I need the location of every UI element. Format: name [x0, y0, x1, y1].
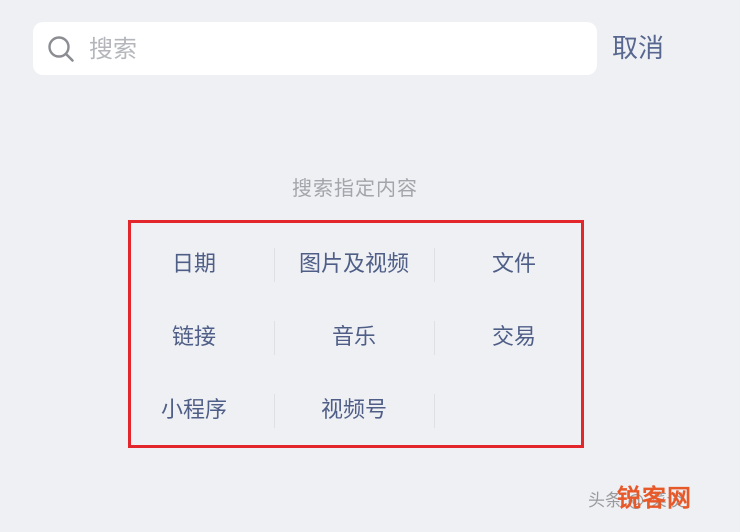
- category-transactions[interactable]: 交易: [434, 305, 594, 378]
- category-channels[interactable]: 视频号: [274, 378, 434, 451]
- category-mini-programs[interactable]: 小程序: [114, 378, 274, 451]
- section-title: 搜索指定内容: [292, 176, 418, 200]
- category-row: 链接 音乐 交易: [114, 305, 594, 378]
- category-row: 小程序 视频号: [114, 378, 594, 451]
- search-input[interactable]: [89, 30, 579, 67]
- category-files[interactable]: 文件: [434, 232, 594, 305]
- category-links[interactable]: 链接: [114, 305, 274, 378]
- watermark-logo: 锐客网: [617, 484, 692, 512]
- category-photos-videos[interactable]: 图片及视频: [274, 232, 434, 305]
- cancel-button[interactable]: 取消: [612, 27, 664, 71]
- category-grid: 日期 图片及视频 文件 链接 音乐 交易 小程序 视频号: [114, 232, 594, 451]
- search-icon: [47, 35, 75, 63]
- category-music[interactable]: 音乐: [274, 305, 434, 378]
- category-row: 日期 图片及视频 文件: [114, 232, 594, 305]
- category-empty: [434, 378, 594, 451]
- search-bar[interactable]: [33, 22, 597, 75]
- category-date[interactable]: 日期: [114, 232, 274, 305]
